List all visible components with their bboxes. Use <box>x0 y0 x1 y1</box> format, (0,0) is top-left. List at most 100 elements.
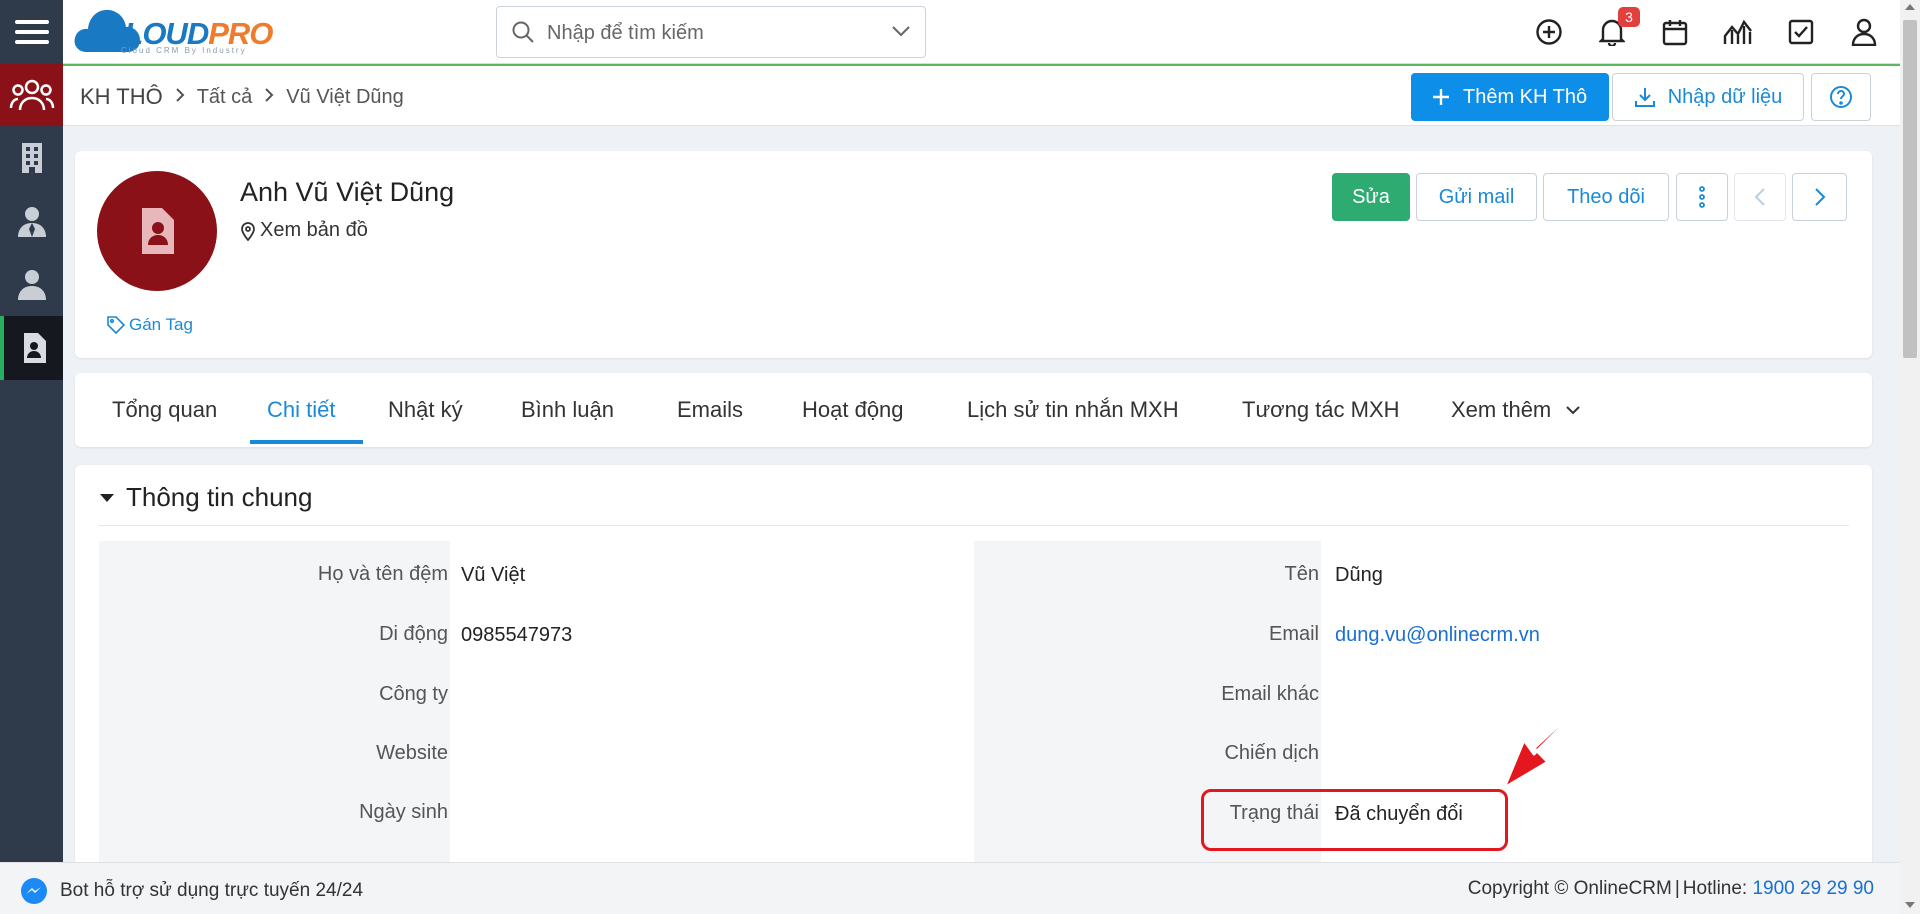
assign-tag-label: Gán Tag <box>129 315 193 334</box>
field-value-middle-name: Vũ Việt <box>461 564 526 586</box>
import-data-button[interactable]: Nhập dữ liệu <box>1612 73 1804 121</box>
search-icon <box>512 21 534 43</box>
field-label: Công ty <box>379 683 448 705</box>
breadcrumb-bar: KH THÔ Tất cả Vũ Việt Dũng Thêm KH Thô N… <box>63 64 1900 126</box>
tab-overview[interactable]: Tổng quan <box>112 373 217 447</box>
tab-activities[interactable]: Hoạt động <box>802 373 904 447</box>
field-label: Email khác <box>1221 683 1319 705</box>
follow-button[interactable]: Theo dõi <box>1543 173 1669 221</box>
more-options-button[interactable] <box>1676 173 1728 221</box>
section-title: Thông tin chung <box>126 482 313 512</box>
status-highlight-box <box>1201 789 1508 851</box>
tag-icon <box>107 316 125 334</box>
field-label: Website <box>376 742 448 764</box>
profile-name: Anh Vũ Việt Dũng <box>240 177 455 207</box>
profile-card: Anh Vũ Việt Dũng Xem bản đồ Gán Tag Sửa … <box>75 151 1872 358</box>
lead-icon[interactable] <box>0 316 63 380</box>
help-button[interactable] <box>1811 73 1871 121</box>
right-label-column <box>974 541 1321 914</box>
bell-icon[interactable]: 3 <box>1596 7 1640 48</box>
field-value-mobile: 0985547973 <box>461 624 573 646</box>
tab-log[interactable]: Nhật ký <box>388 373 463 447</box>
location-pin-icon <box>241 221 255 241</box>
import-data-label: Nhập dữ liệu <box>1667 85 1783 108</box>
view-map-label: Xem bản đồ <box>260 219 368 241</box>
avatar <box>97 171 217 291</box>
user-icon[interactable] <box>1848 16 1880 48</box>
scroll-up-icon[interactable] <box>1905 4 1915 10</box>
logo-tagline: Cloud CRM By Industry <box>121 46 247 55</box>
section-divider <box>99 525 1849 526</box>
chevron-down-icon <box>1566 406 1580 415</box>
footer-info: Copyright © OnlineCRM | Hotline: 1900 29 2… <box>1467 878 1874 899</box>
hotline-number[interactable]: 1900 29 29 90 <box>1752 878 1874 899</box>
annotation-arrow-icon <box>1502 672 1616 790</box>
menu-icon[interactable] <box>0 0 63 64</box>
tab-details[interactable]: Chi tiết <box>267 373 335 447</box>
top-bar: CLOUDPRO Cloud CRM By Industry 3 <box>63 0 1900 64</box>
chevron-right-icon <box>175 86 185 109</box>
calendar-icon[interactable] <box>1659 16 1691 48</box>
breadcrumb-root[interactable]: KH THÔ <box>80 84 163 110</box>
tab-social-message-history[interactable]: Lịch sử tin nhắn MXH <box>967 373 1179 447</box>
scrollbar-thumb[interactable] <box>1903 20 1917 358</box>
building-icon[interactable] <box>0 126 63 189</box>
view-map-link[interactable]: Xem bản đồ <box>240 219 368 242</box>
checkbox-icon[interactable] <box>1785 16 1817 48</box>
chart-icon[interactable] <box>1722 16 1754 48</box>
scroll-down-icon[interactable] <box>1905 902 1915 908</box>
field-value-email[interactable]: dung.vu@onlinecrm.vn <box>1335 624 1540 647</box>
tab-more-label: Xem thêm <box>1451 397 1552 422</box>
send-mail-button[interactable]: Gửi mail <box>1416 173 1537 221</box>
field-label: Email <box>1268 623 1319 645</box>
person-icon[interactable] <box>0 252 63 315</box>
support-bot-label: Bot hỗ trợ sử dụng trực tuyến 24/24 <box>60 880 364 901</box>
next-record-button[interactable] <box>1792 173 1847 221</box>
field-label: Tên <box>1284 563 1319 585</box>
field-label: Họ và tên đệm <box>317 563 448 585</box>
search-box[interactable] <box>496 6 926 58</box>
assign-tag-link[interactable]: Gán Tag <box>107 315 193 335</box>
caret-down-icon <box>100 493 114 502</box>
chevron-down-icon[interactable] <box>891 25 911 37</box>
field-label: Ngày sinh <box>359 801 448 823</box>
field-value-first-name: Dũng <box>1335 564 1383 586</box>
left-label-column <box>99 541 450 914</box>
logo[interactable]: CLOUDPRO Cloud CRM By Industry <box>73 6 313 58</box>
tab-social-interactions[interactable]: Tương tác MXH <box>1242 373 1400 447</box>
app: CLOUDPRO Cloud CRM By Industry 3 <box>0 0 1920 914</box>
footer: Bot hỗ trợ sử dụng trực tuyến 24/24 Copy… <box>0 862 1900 914</box>
breadcrumb: KH THÔ Tất cả Vũ Việt Dũng <box>80 84 404 110</box>
notification-badge: 3 <box>1618 7 1640 27</box>
section-header[interactable]: Thông tin chung <box>100 482 312 513</box>
sidebar <box>0 0 63 914</box>
messenger-icon <box>21 878 47 904</box>
more-vertical-icon <box>1699 186 1705 208</box>
add-lead-label: Thêm KH Thô <box>1463 85 1588 108</box>
tab-emails[interactable]: Emails <box>677 373 743 447</box>
previous-record-button[interactable] <box>1734 173 1786 221</box>
field-label: Di động <box>379 623 448 645</box>
plus-icon <box>1433 89 1449 105</box>
add-lead-button[interactable]: Thêm KH Thô <box>1411 73 1609 121</box>
field-label: Chiến dịch <box>1224 742 1319 764</box>
chevron-right-icon <box>264 86 274 109</box>
tab-comments[interactable]: Bình luận <box>521 373 614 447</box>
support-bot-link[interactable]: Bot hỗ trợ sử dụng trực tuyến 24/24 <box>20 877 363 905</box>
search-input[interactable] <box>547 19 887 47</box>
breadcrumb-current: Vũ Việt Dũng <box>286 85 404 108</box>
download-icon <box>1634 88 1655 107</box>
plus-circle-icon[interactable] <box>1533 16 1565 48</box>
contact-icon[interactable] <box>0 189 63 252</box>
edit-button[interactable]: Sửa <box>1332 173 1410 221</box>
lead-avatar-icon <box>142 208 174 254</box>
tab-more[interactable]: Xem thêm <box>1451 373 1581 447</box>
chevron-right-icon <box>1814 188 1825 206</box>
tabs-bar: Tổng quan Chi tiết Nhật ký Bình luận Ema… <box>75 373 1872 447</box>
help-icon <box>1830 86 1852 108</box>
copyright-text: Copyright © OnlineCRM <box>1467 878 1672 899</box>
chevron-left-icon <box>1754 188 1765 206</box>
active-tab-indicator <box>250 440 363 444</box>
group-icon[interactable] <box>0 64 63 126</box>
breadcrumb-level1[interactable]: Tất cả <box>197 86 253 109</box>
